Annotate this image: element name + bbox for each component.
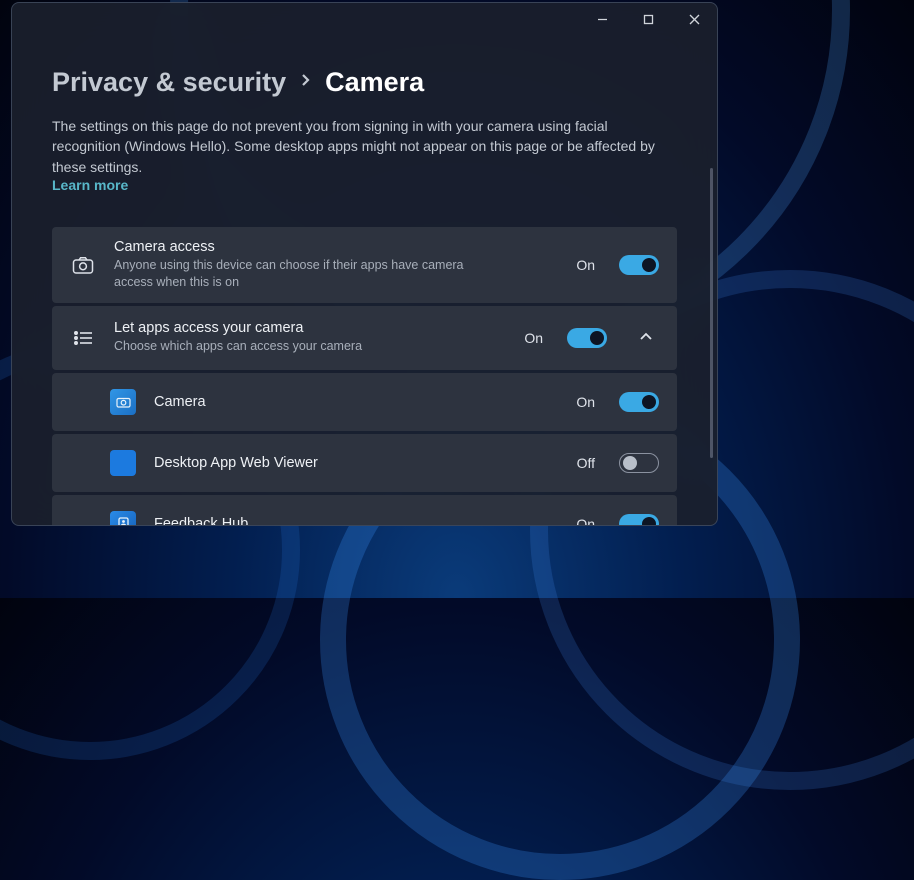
app-toggle-desktop-web-viewer[interactable] (619, 453, 659, 473)
camera-access-title: Camera access (114, 239, 558, 255)
list-icon (70, 330, 96, 346)
app-row-desktop-web-viewer[interactable]: Desktop App Web Viewer Off (52, 434, 677, 492)
maximize-button[interactable] (625, 3, 671, 35)
let-apps-state: On (524, 330, 543, 346)
chevron-up-icon[interactable] (639, 329, 659, 347)
breadcrumb: Privacy & security Camera (52, 67, 677, 98)
app-row-feedback-hub[interactable]: Feedback Hub On (52, 495, 677, 525)
camera-access-state: On (576, 257, 595, 273)
app-toggle-feedback-hub[interactable] (619, 514, 659, 525)
breadcrumb-parent[interactable]: Privacy & security (52, 67, 286, 98)
app-state: On (576, 516, 595, 525)
app-name: Camera (154, 394, 558, 410)
app-name: Desktop App Web Viewer (154, 455, 559, 471)
camera-access-row[interactable]: Camera access Anyone using this device c… (52, 227, 677, 303)
app-toggle-camera[interactable] (619, 392, 659, 412)
settings-window: Privacy & security Camera The settings o… (11, 2, 718, 526)
let-apps-subtitle: Choose which apps can access your camera (114, 338, 494, 355)
chevron-right-icon (300, 72, 311, 93)
breadcrumb-current: Camera (325, 67, 424, 98)
let-apps-row[interactable]: Let apps access your camera Choose which… (52, 306, 677, 370)
camera-access-subtitle: Anyone using this device can choose if t… (114, 257, 494, 291)
titlebar (12, 3, 717, 43)
app-state: Off (577, 455, 595, 471)
app-name: Feedback Hub (154, 516, 558, 525)
let-apps-title: Let apps access your camera (114, 320, 506, 336)
settings-panel: Camera access Anyone using this device c… (52, 227, 677, 525)
learn-more-link[interactable]: Learn more (52, 177, 128, 193)
camera-icon (70, 256, 96, 274)
app-state: On (576, 394, 595, 410)
app-icon-feedback (110, 511, 136, 525)
scrollbar-indicator[interactable] (710, 168, 713, 458)
camera-access-toggle[interactable] (619, 255, 659, 275)
page-description: The settings on this page do not prevent… (52, 116, 677, 177)
let-apps-toggle[interactable] (567, 328, 607, 348)
minimize-button[interactable] (579, 3, 625, 35)
content-area: Privacy & security Camera The settings o… (12, 43, 717, 525)
app-icon-generic (110, 450, 136, 476)
close-button[interactable] (671, 3, 717, 35)
app-row-camera[interactable]: Camera On (52, 373, 677, 431)
app-icon-camera (110, 389, 136, 415)
